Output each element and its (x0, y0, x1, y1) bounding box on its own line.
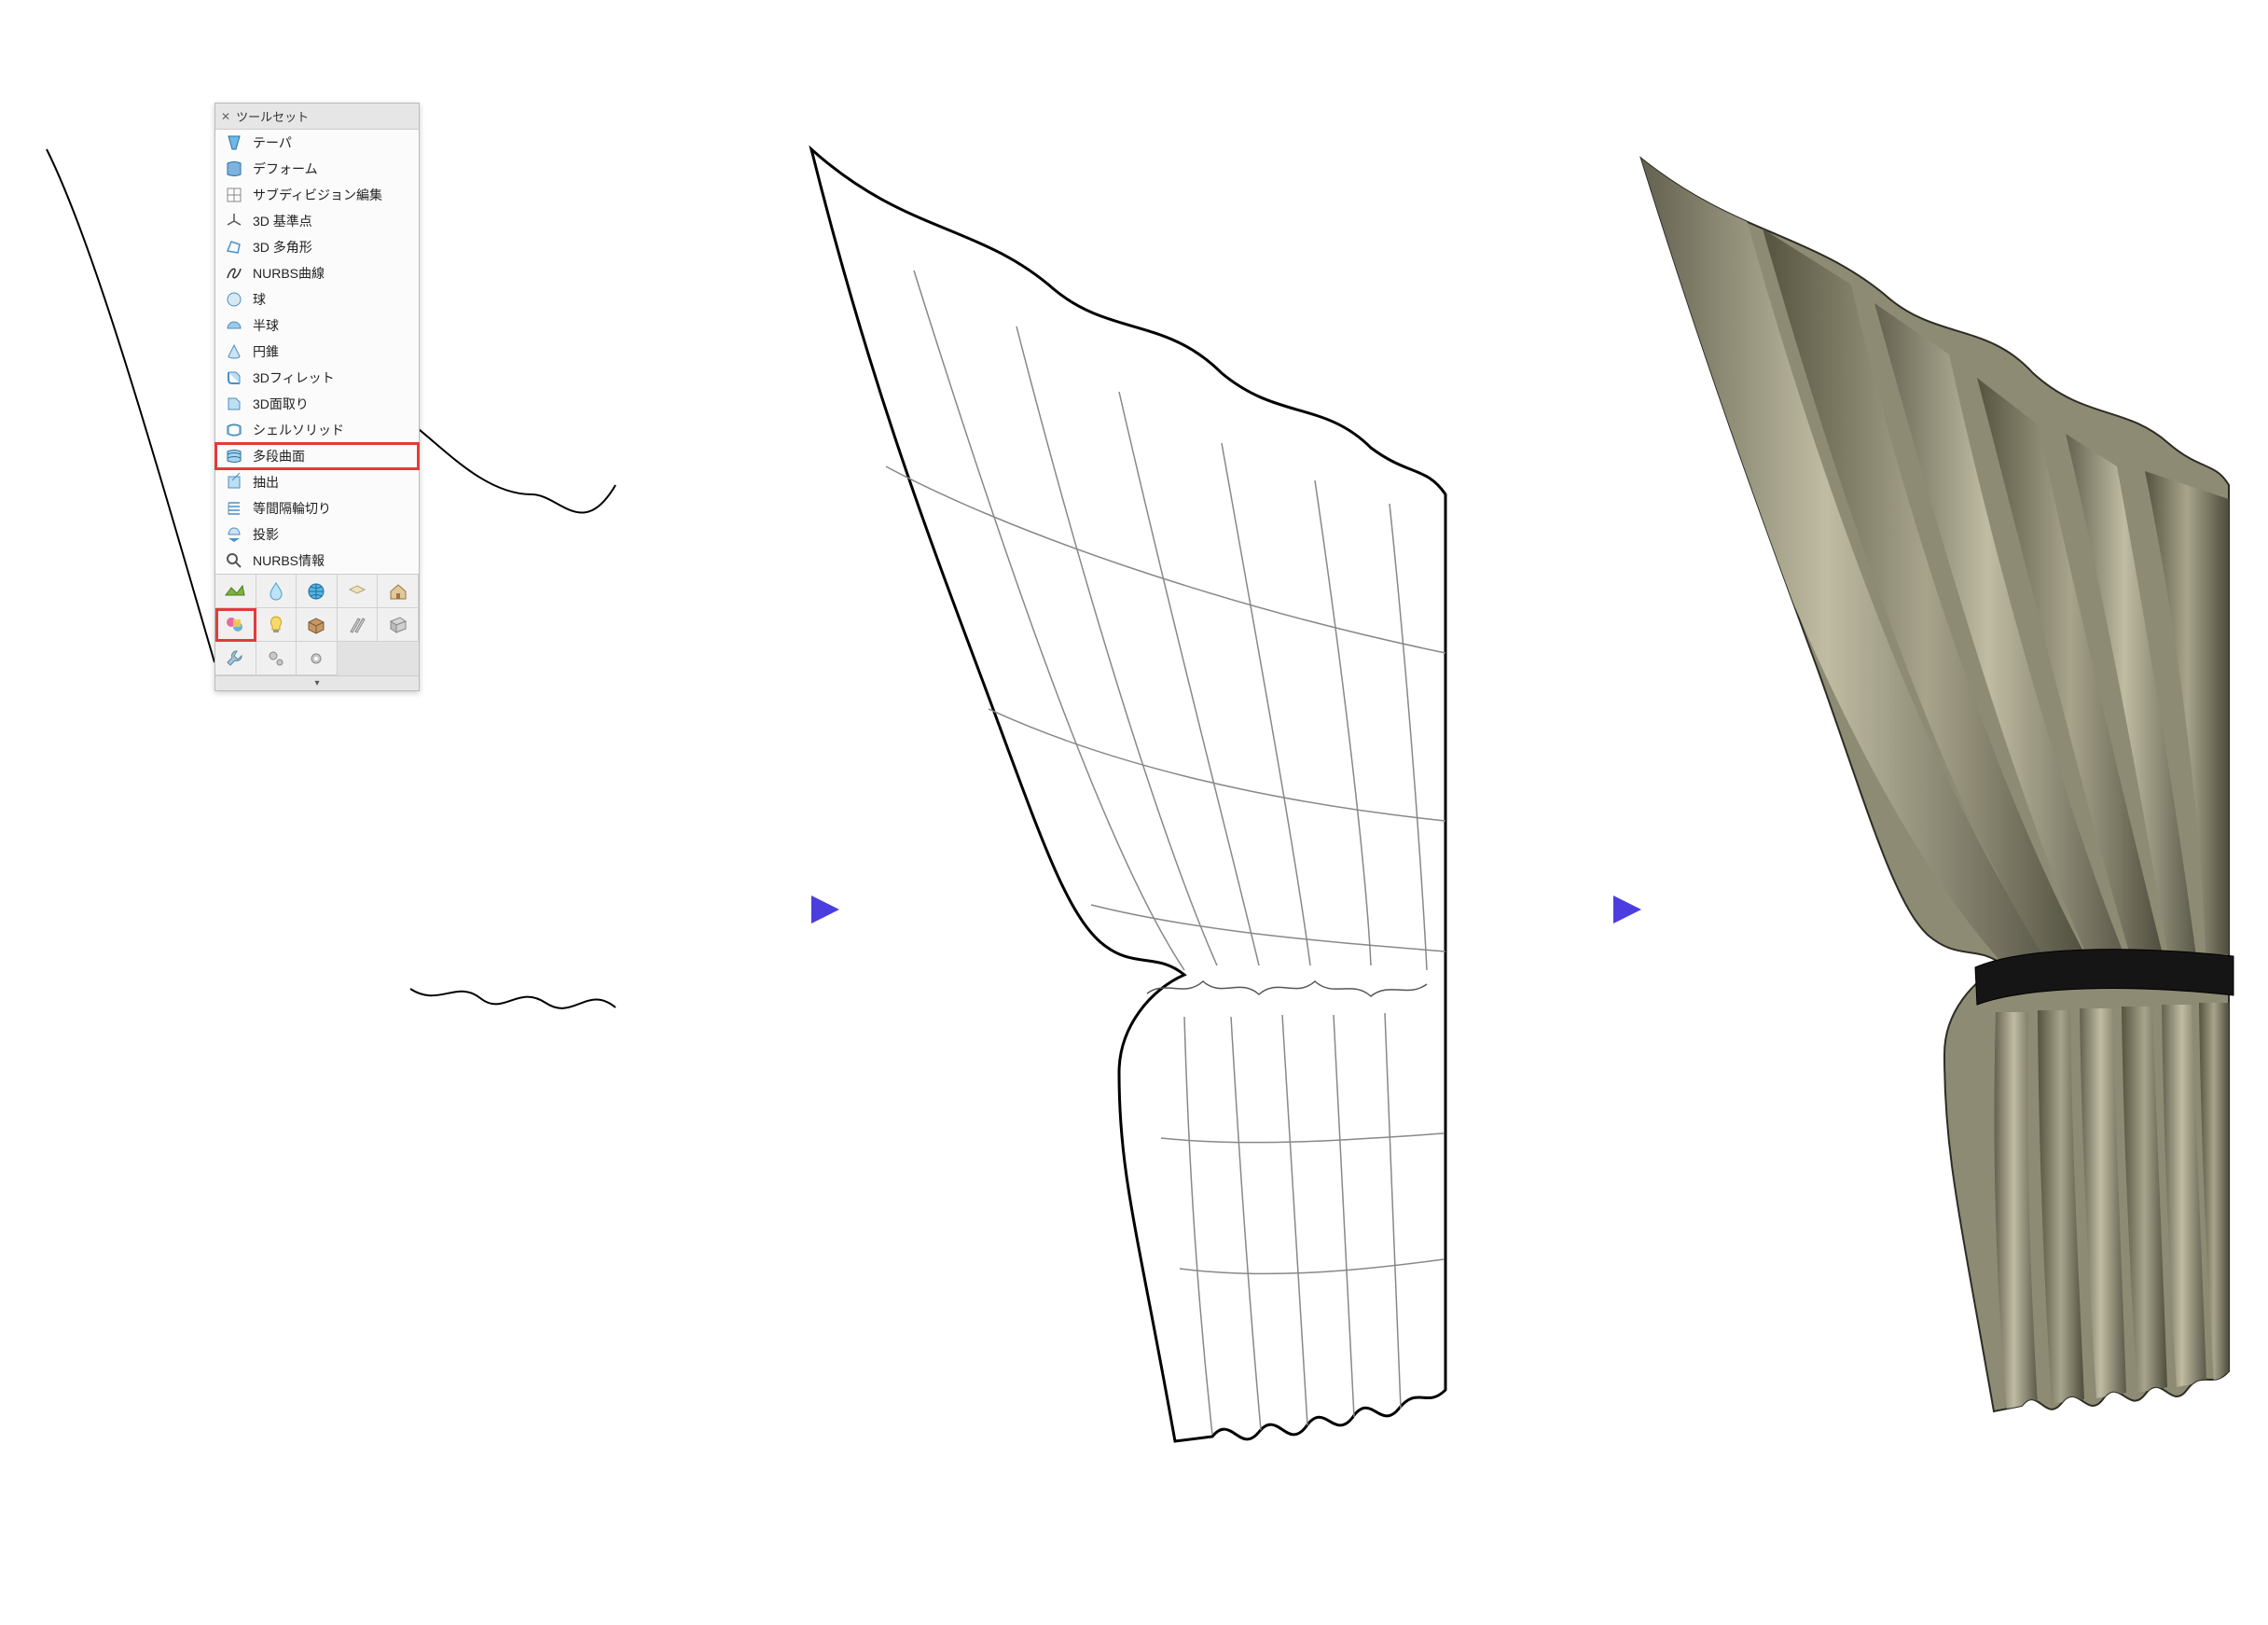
shapes-icon[interactable] (215, 608, 256, 642)
nurbscurve-icon (225, 264, 243, 283)
chamfer3d-icon (225, 395, 243, 413)
dropdown-handle-icon[interactable]: ▾ (215, 675, 419, 690)
deform-icon (225, 160, 243, 178)
tool-label: 球 (253, 290, 266, 309)
tool-label: デフォーム (253, 160, 318, 178)
cone-icon (225, 342, 243, 361)
tool-cone[interactable]: 円錐 (215, 339, 419, 365)
tool-label: 3Dフィレット (253, 368, 335, 387)
tool-contour[interactable]: 等間隔輪切り (215, 495, 419, 521)
house-icon[interactable] (378, 575, 419, 608)
tool-label: 多段曲面 (253, 447, 305, 465)
sphere-icon (225, 290, 243, 309)
tool-label: サブディビジョン編集 (253, 186, 382, 204)
site-icon[interactable] (215, 575, 256, 608)
tool-label: NURBS曲線 (253, 264, 325, 283)
arrow-step2 (1511, 886, 1641, 938)
tool-sphere[interactable]: 球 (215, 286, 419, 312)
tool-chamfer3d[interactable]: 3D面取り (215, 391, 419, 417)
box-icon[interactable] (297, 608, 338, 642)
curtain-wireframe (774, 131, 1483, 1465)
tool-project[interactable]: 投影 (215, 521, 419, 548)
curtain-rendered (1623, 145, 2247, 1432)
subdiv-icon (225, 186, 243, 204)
tool-shell[interactable]: シェルソリッド (215, 417, 419, 443)
hemisphere-icon (225, 316, 243, 335)
gears-icon[interactable] (256, 642, 297, 675)
tool-label: シェルソリッド (253, 421, 344, 439)
palette-titlebar[interactable]: ✕ ツールセット (215, 104, 419, 130)
fillet3d-icon (225, 368, 243, 387)
nurbsinfo-icon (225, 551, 243, 570)
tool-extract[interactable]: 抽出 (215, 469, 419, 495)
wrench-icon[interactable] (215, 642, 256, 675)
datum3d-icon (225, 212, 243, 230)
tool-label: 3D 多角形 (253, 238, 312, 257)
bulb-icon[interactable] (256, 608, 297, 642)
tool-deform[interactable]: デフォーム (215, 156, 419, 182)
tool-label: 半球 (253, 316, 279, 335)
close-icon[interactable]: ✕ (221, 110, 230, 123)
tool-taper[interactable]: テーパ (215, 130, 419, 156)
tool-nurbscurve[interactable]: NURBS曲線 (215, 260, 419, 286)
tool-label: NURBS情報 (253, 551, 325, 570)
extract-icon (225, 473, 243, 492)
loft-icon (225, 447, 243, 465)
project-icon (225, 525, 243, 544)
tool-label: 抽出 (253, 473, 279, 492)
poly3d-icon (225, 238, 243, 257)
tool-label: 投影 (253, 525, 279, 544)
tool-nurbsinfo[interactable]: NURBS情報 (215, 548, 419, 574)
palette-title: ツールセット (236, 107, 309, 125)
tool-label: 等間隔輪切り (253, 499, 331, 518)
shell-icon (225, 421, 243, 439)
contour-icon (225, 499, 243, 518)
tool-datum3d[interactable]: 3D 基準点 (215, 208, 419, 234)
globe-icon[interactable] (297, 575, 338, 608)
tool-subdiv[interactable]: サブディビジョン編集 (215, 182, 419, 208)
tool-poly3d[interactable]: 3D 多角形 (215, 234, 419, 260)
tool-loft[interactable]: 多段曲面 (215, 443, 419, 469)
pencils-icon[interactable] (338, 608, 379, 642)
tool-fillet3d[interactable]: 3Dフィレット (215, 365, 419, 391)
tool-label: 円錐 (253, 342, 279, 361)
sheet-icon[interactable] (378, 608, 419, 642)
tool-label: 3D 基準点 (253, 212, 312, 230)
tile-icon[interactable] (338, 575, 379, 608)
empty-cell (378, 642, 419, 675)
drop-icon[interactable] (256, 575, 297, 608)
taper-icon (225, 133, 243, 152)
toolset-palette: ✕ ツールセット テーパデフォームサブディビジョン編集 3D 基準点 3D 多角形 N… (214, 103, 420, 691)
gear2-icon[interactable] (297, 642, 338, 675)
tool-label: テーパ (253, 133, 292, 152)
tool-hemisphere[interactable]: 半球 (215, 312, 419, 339)
empty-cell (338, 642, 379, 675)
tool-label: 3D面取り (253, 395, 309, 413)
